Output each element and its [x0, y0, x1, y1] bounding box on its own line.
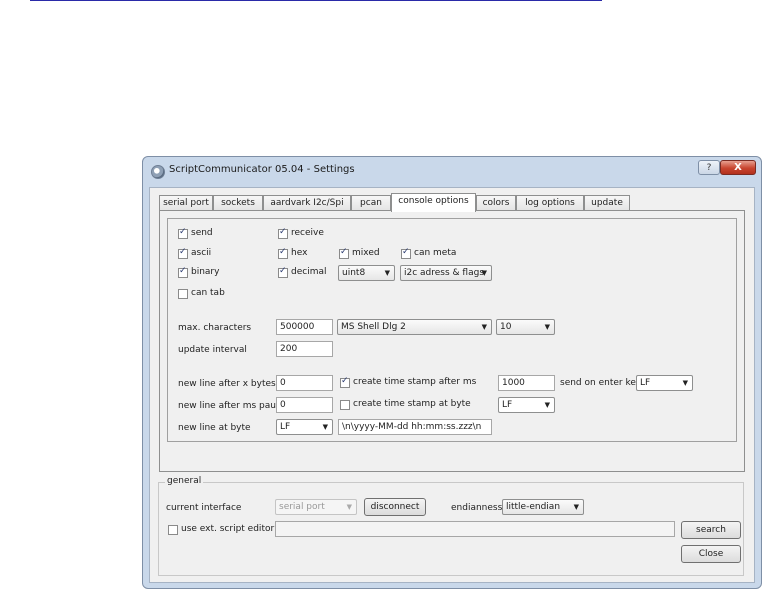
endianness-label: endianness	[451, 503, 503, 513]
close-button[interactable]: Close	[681, 545, 741, 563]
tab-aardvark[interactable]: aardvark I2c/Spi	[263, 195, 351, 211]
new-line-pause-label: new line after ms pause	[178, 401, 287, 411]
chevron-down-icon: ▼	[544, 401, 550, 409]
font-select[interactable]: MS Shell Dlg 2 ▼	[337, 319, 492, 335]
font-size-select[interactable]: 10 ▼	[496, 319, 555, 335]
new-line-bytes-input[interactable]: 0	[276, 375, 333, 391]
window-client-area: serial port sockets aardvark I2c/Spi pca…	[149, 187, 755, 583]
timestamp-ms-input[interactable]: 1000	[498, 375, 555, 391]
tab-update[interactable]: update	[584, 195, 630, 211]
send-on-enter-select[interactable]: LF ▼	[636, 375, 693, 391]
hex-checkbox[interactable]	[278, 247, 288, 259]
chevron-down-icon: ▼	[481, 269, 487, 277]
binary-label: binary	[191, 267, 220, 277]
ext-editor-label: use ext. script editor	[181, 524, 275, 534]
update-interval-input[interactable]: 200	[276, 341, 333, 357]
font-size-value: 10	[500, 322, 512, 332]
chevron-down-icon: ▼	[481, 323, 487, 331]
console-options-box: send receive ascii hex mixed can meta bi…	[167, 218, 737, 442]
general-group: general current interface serial port ▼ …	[158, 476, 744, 576]
tab-console-options[interactable]: console options	[391, 193, 476, 212]
tab-sockets[interactable]: sockets	[213, 195, 263, 211]
send-label: send	[191, 228, 213, 238]
new-line-pause-input[interactable]: 0	[276, 397, 333, 413]
send-on-enter-label: send on enter key	[560, 378, 642, 388]
decimal-label: decimal	[291, 267, 327, 277]
timestamp-byte-label: create time stamp at byte	[353, 399, 471, 409]
search-button[interactable]: search	[681, 521, 741, 539]
update-interval-label: update interval	[178, 345, 247, 355]
chevron-down-icon: ▼	[384, 269, 390, 277]
send-on-enter-value: LF	[640, 378, 651, 388]
title-bar[interactable]: ScriptCommunicator 05.04 - Settings ? X	[143, 157, 761, 187]
new-line-at-byte-select[interactable]: LF ▼	[276, 419, 333, 435]
can-meta-label: can meta	[414, 248, 457, 258]
window-close-button[interactable]: X	[720, 160, 756, 175]
mixed-label: mixed	[352, 248, 380, 258]
max-characters-label: max. characters	[178, 323, 252, 333]
ascii-label: ascii	[191, 248, 212, 258]
chevron-down-icon: ▼	[682, 379, 688, 387]
app-gear-icon	[151, 165, 165, 179]
timestamp-ms-label: create time stamp after ms	[353, 377, 477, 387]
settings-window: ScriptCommunicator 05.04 - Settings ? X …	[142, 156, 762, 589]
tab-pcan[interactable]: pcan	[351, 195, 391, 211]
console-options-pane: send receive ascii hex mixed can meta bi…	[159, 210, 745, 472]
top-divider-line	[30, 0, 602, 1]
can-tab-checkbox[interactable]	[178, 289, 188, 299]
send-checkbox[interactable]	[178, 227, 188, 239]
new-line-at-byte-value: LF	[280, 422, 291, 432]
current-interface-value: serial port	[279, 502, 325, 512]
new-line-bytes-label: new line after x bytes	[178, 379, 276, 389]
decimal-checkbox[interactable]	[278, 266, 288, 278]
receive-label: receive	[291, 228, 324, 238]
new-line-at-byte-label: new line at byte	[178, 423, 251, 433]
binary-checkbox[interactable]	[178, 266, 188, 278]
can-tab-label: can tab	[191, 288, 225, 298]
window-title: ScriptCommunicator 05.04 - Settings	[169, 164, 355, 175]
chevron-down-icon: ▼	[322, 423, 328, 431]
endianness-select[interactable]: little-endian ▼	[502, 499, 584, 515]
disconnect-button[interactable]: disconnect	[364, 498, 426, 516]
chevron-down-icon: ▼	[346, 503, 352, 511]
decimal-type-select[interactable]: uint8 ▼	[338, 265, 395, 281]
general-group-title: general	[165, 476, 204, 486]
timestamp-ms-checkbox[interactable]	[340, 376, 350, 388]
hex-label: hex	[291, 248, 308, 258]
chevron-down-icon: ▼	[544, 323, 550, 331]
ext-editor-path-input[interactable]	[275, 521, 675, 537]
timestamp-format-input[interactable]: \n\yyyy-MM-dd hh:mm:ss.zzz\n	[338, 419, 492, 435]
chevron-down-icon: ▼	[573, 503, 579, 511]
i2c-mode-select[interactable]: i2c adress & flags ▼	[400, 265, 492, 281]
mixed-checkbox[interactable]	[339, 247, 349, 259]
timestamp-byte-select[interactable]: LF ▼	[498, 397, 555, 413]
tab-colors[interactable]: colors	[476, 195, 516, 211]
ext-editor-checkbox[interactable]	[168, 525, 178, 535]
timestamp-byte-checkbox[interactable]	[340, 400, 350, 410]
tab-serial-port[interactable]: serial port	[159, 195, 213, 211]
i2c-mode-value: i2c adress & flags	[404, 268, 485, 278]
help-button[interactable]: ?	[698, 160, 720, 175]
can-meta-checkbox[interactable]	[401, 247, 411, 259]
receive-checkbox[interactable]	[278, 227, 288, 239]
font-value: MS Shell Dlg 2	[341, 322, 406, 332]
max-characters-input[interactable]: 500000	[276, 319, 333, 335]
timestamp-byte-value: LF	[502, 400, 513, 410]
tab-log-options[interactable]: log options	[516, 195, 584, 211]
decimal-type-value: uint8	[342, 268, 366, 278]
current-interface-select[interactable]: serial port ▼	[275, 499, 357, 515]
endianness-value: little-endian	[506, 502, 561, 512]
current-interface-label: current interface	[166, 503, 242, 513]
ascii-checkbox[interactable]	[178, 247, 188, 259]
